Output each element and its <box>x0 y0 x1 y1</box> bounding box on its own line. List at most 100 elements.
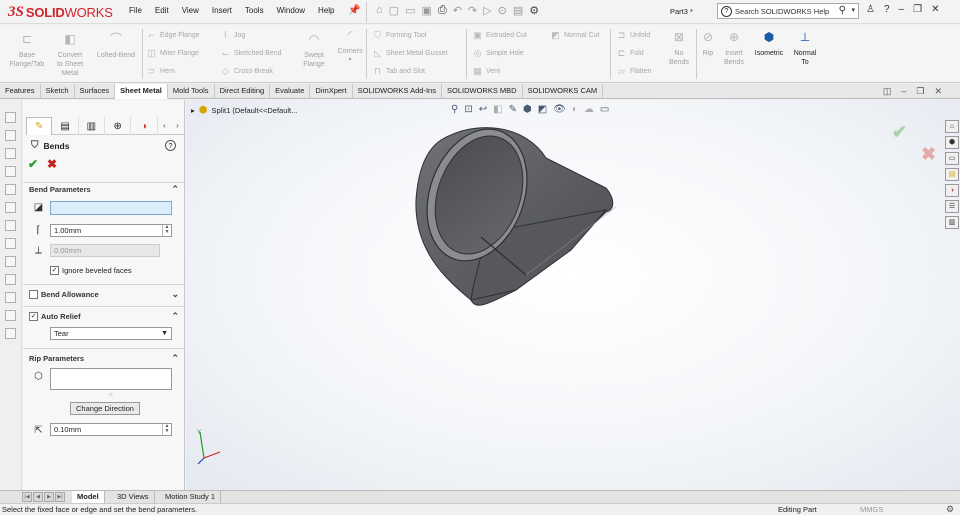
lofted-bend-button[interactable]: ⌒ Lofted-Bend <box>92 33 140 60</box>
vent-button[interactable]: ▦ Vent <box>472 66 500 77</box>
auto-relief-checkbox[interactable]: ✓ <box>29 312 38 321</box>
property-manager-tab-icon[interactable]: ✎ <box>26 117 53 135</box>
pm-help-icon[interactable]: ? <box>165 140 176 151</box>
bend-allowance-checkbox[interactable] <box>29 290 38 299</box>
menu-view[interactable]: View <box>182 6 199 15</box>
miter-flange-button[interactable]: ◫ Miter Flange <box>146 48 199 59</box>
convert-to-sheet-metal-button[interactable]: ◧ Convert to Sheet Metal <box>52 33 88 78</box>
bend-parameters-header[interactable]: Bend Parameters ⌃ <box>29 184 181 197</box>
collapse-caret-icon[interactable]: ⌃ <box>171 311 179 322</box>
search-dropdown-icon[interactable]: ▾ <box>851 6 855 14</box>
configuration-tab-icon[interactable]: ▥ <box>79 117 106 135</box>
file-properties-icon[interactable]: ▤ <box>513 4 523 17</box>
units-selector[interactable]: MMGS <box>860 505 883 514</box>
tab-3d-views[interactable]: 3D Views <box>112 491 155 503</box>
design-library-icon[interactable]: ▭ <box>945 152 959 165</box>
feature-tree-tab-icon[interactable]: ▤ <box>52 117 79 135</box>
display-manager-tab-icon[interactable]: ◑ <box>131 117 158 135</box>
graphics-area[interactable]: ▸ ⬢ Split1 (Default<<Default... ⚲ ⊡ ↩ ◧ … <box>186 100 960 490</box>
resources-icon[interactable]: ⬢ <box>945 136 959 149</box>
corners-button[interactable]: ◜ Corners ▾ <box>334 29 366 65</box>
doc-restore-icon[interactable]: ❐ <box>916 86 924 97</box>
home-taskpane-icon[interactable]: ⌂ <box>945 120 959 133</box>
radius-spinner[interactable]: ▲ ▼ <box>162 225 171 236</box>
normal-to-button[interactable]: ⊥ Normal To <box>788 31 822 67</box>
tab-direct-editing[interactable]: Direct Editing <box>215 84 271 99</box>
strip-tool-icon[interactable] <box>5 274 16 285</box>
strip-tool-icon[interactable] <box>5 292 16 303</box>
strip-tool-icon[interactable] <box>5 184 16 195</box>
rip-edges-selection-box[interactable] <box>50 368 172 390</box>
doc-close-icon[interactable]: ✕ <box>934 86 942 97</box>
user-icon[interactable]: ♙ <box>866 4 875 15</box>
strip-tool-icon[interactable] <box>5 202 16 213</box>
model-geometry[interactable] <box>186 100 960 490</box>
first-tab-icon[interactable]: |◀ <box>22 492 32 502</box>
minimize-icon[interactable]: – <box>899 4 905 15</box>
undo-icon[interactable]: ↶ <box>453 4 462 17</box>
tab-evaluate[interactable]: Evaluate <box>270 84 311 99</box>
corners-dropdown-icon[interactable]: ▾ <box>334 56 366 65</box>
solidworks-logo[interactable]: 3S SOLIDWORKS <box>8 3 113 21</box>
tabs-scroll-right-icon[interactable]: › <box>171 117 184 134</box>
prev-tab-icon[interactable]: ◀ <box>33 492 43 502</box>
ok-check-icon[interactable]: ✔ <box>28 157 38 171</box>
edge-flange-button[interactable]: ⌐ Edge Flange <box>146 30 200 40</box>
jog-button[interactable]: ⌇ Jog <box>220 30 245 41</box>
menu-file[interactable]: File <box>129 6 142 15</box>
rip-parameters-header[interactable]: Rip Parameters ⌃ <box>29 353 181 366</box>
dimxpert-tab-icon[interactable]: ⊕ <box>105 117 132 135</box>
strip-tool-icon[interactable] <box>5 238 16 249</box>
strip-tool-icon[interactable] <box>5 166 16 177</box>
next-tab-icon[interactable]: ▶ <box>44 492 54 502</box>
close-icon[interactable]: ✕ <box>931 4 939 15</box>
restore-icon[interactable]: ❐ <box>913 4 922 15</box>
menu-window[interactable]: Window <box>277 6 305 15</box>
last-tab-icon[interactable]: ▶| <box>55 492 65 502</box>
open-icon[interactable]: ▭ <box>405 4 415 17</box>
pin-menu-icon[interactable]: 📌 <box>348 5 360 16</box>
simple-hole-button[interactable]: ◎ Simple Hole <box>472 48 524 59</box>
tab-surfaces[interactable]: Surfaces <box>75 84 116 99</box>
gap-spinner[interactable]: ▲ ▼ <box>162 424 171 435</box>
options-gear-icon[interactable]: ⚙ <box>529 4 539 17</box>
strip-tool-icon[interactable] <box>5 310 16 321</box>
base-flange-button[interactable]: ⊏ Base Flange/Tab <box>6 33 48 69</box>
swept-flange-button[interactable]: ◠ Swept Flange <box>298 33 330 69</box>
unfold-button[interactable]: ⊐ Unfold <box>616 30 651 41</box>
tab-solidworks-cam[interactable]: SOLIDWORKS CAM <box>523 84 604 99</box>
menu-edit[interactable]: Edit <box>155 6 169 15</box>
tab-sheet-metal[interactable]: Sheet Metal <box>115 84 168 99</box>
isometric-button[interactable]: ⬢ Isometric <box>750 31 788 58</box>
print-icon[interactable]: ⎙ <box>438 4 447 17</box>
tab-solidworks-addins[interactable]: SOLIDWORKS Add-Ins <box>353 84 442 99</box>
resize-handle-icon[interactable]: ○ <box>109 392 113 398</box>
hem-button[interactable]: ⊃ Hem <box>146 66 175 77</box>
relief-type-select[interactable]: Tear ▼ <box>50 327 172 340</box>
bend-radius-field[interactable]: 1.00mm ▲ ▼ <box>50 224 172 237</box>
custom-properties-icon[interactable]: ☰ <box>945 200 959 213</box>
tab-solidworks-mbd[interactable]: SOLIDWORKS MBD <box>442 84 523 99</box>
new-document-icon[interactable]: ▢ <box>389 4 399 17</box>
rip-button[interactable]: ⊘ Rip <box>698 31 718 58</box>
expand-caret-icon[interactable]: ⌄ <box>171 289 179 300</box>
collapse-caret-icon[interactable]: ⌃ <box>171 353 179 364</box>
fold-button[interactable]: ⊏ Fold <box>616 48 644 59</box>
rip-gap-field[interactable]: 0.10mm ▲ ▼ <box>50 423 172 436</box>
change-direction-button[interactable]: Change Direction <box>70 402 140 415</box>
sketched-bend-button[interactable]: ⌙ Sketched Bend <box>220 48 282 59</box>
search-icon[interactable]: ⚲ <box>839 5 846 16</box>
strip-tool-icon[interactable] <box>5 328 16 339</box>
menu-help[interactable]: Help <box>318 6 334 15</box>
flatten-button[interactable]: ▱ Flatten <box>616 66 651 77</box>
help-search-input[interactable]: ? Search SOLIDWORKS Help ⚲ ▾ <box>717 3 859 19</box>
menu-insert[interactable]: Insert <box>212 6 232 15</box>
view-palette-icon[interactable]: ▥ <box>945 216 959 229</box>
rebuild-icon[interactable]: ⊙ <box>498 4 507 17</box>
tube-body[interactable] <box>410 115 617 306</box>
redo-icon[interactable]: ↷ <box>468 4 477 17</box>
forming-tool-button[interactable]: ⛉ Forming Tool <box>372 30 426 41</box>
tab-and-slot-button[interactable]: ⊓ Tab and Slot <box>372 66 425 77</box>
no-bends-button[interactable]: ⊠ No Bends <box>666 31 692 67</box>
home-icon[interactable]: ⌂ <box>376 4 383 17</box>
